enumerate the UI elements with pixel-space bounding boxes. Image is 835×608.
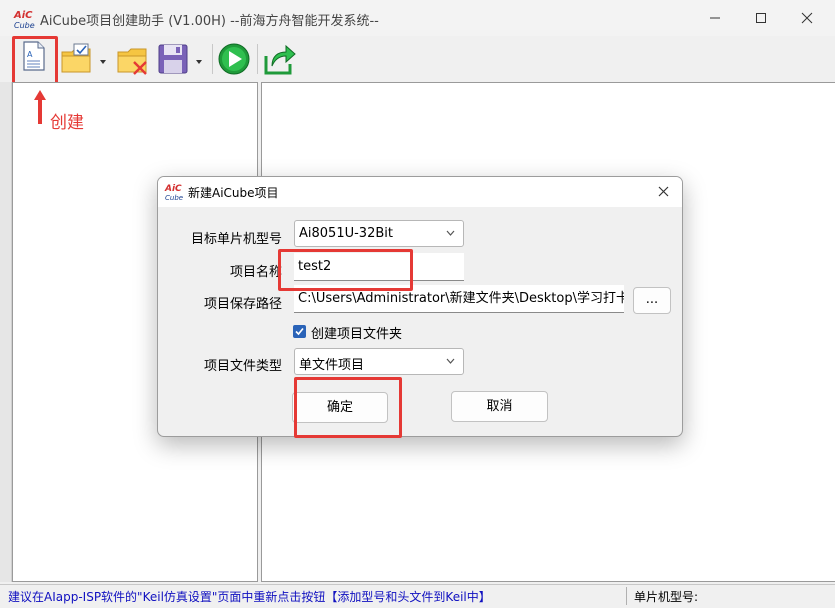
project-type-value: 单文件项目 <box>299 358 365 373</box>
export-share-icon <box>264 44 296 75</box>
save-icon <box>158 44 202 74</box>
aicube-logo-icon: AiC Cube <box>12 8 38 30</box>
open-project-button[interactable] <box>60 40 110 78</box>
status-bar: 建议在AIapp-ISP软件的"Keil仿真设置"页面中重新点击按钮【添加型号和… <box>0 584 835 608</box>
mcu-model-select[interactable]: Ai8051U-32Bit <box>294 220 464 247</box>
svg-text:AiC: AiC <box>13 10 33 21</box>
dialog-title: 新建AiCube项目 <box>188 186 279 200</box>
close-icon <box>658 186 669 197</box>
annotation-label: 创建 <box>50 113 84 133</box>
minimize-icon <box>710 17 720 19</box>
new-project-dialog: AiC Cube 新建AiCube项目 目标单片机型号 Ai8051U-32Bi… <box>157 176 683 437</box>
project-name-label: 项目名称 <box>229 265 282 280</box>
create-folder-label: 创建项目文件夹 <box>311 327 403 342</box>
toolbar-separator <box>212 44 213 74</box>
title-bar: AiC Cube AiCube项目创建助手 (V1.00H) --前海方舟智能开… <box>0 0 835 36</box>
maximize-button[interactable] <box>738 0 784 36</box>
export-button[interactable] <box>262 40 298 78</box>
toolbar-separator <box>257 44 258 74</box>
create-folder-checkbox[interactable] <box>293 325 306 338</box>
folder-open-icon <box>61 43 106 73</box>
left-edge-strip <box>0 82 12 582</box>
highlight-project-name <box>278 249 413 291</box>
checkmark-icon <box>295 327 304 336</box>
close-project-button[interactable] <box>116 40 150 78</box>
maximize-icon <box>756 13 766 23</box>
aicube-logo-icon: AiC Cube <box>164 182 186 202</box>
mcu-model-value: Ai8051U-32Bit <box>299 226 393 241</box>
close-icon <box>801 12 813 24</box>
browse-path-button[interactable]: ... <box>633 287 671 314</box>
status-divider <box>626 587 627 605</box>
folder-close-icon <box>117 48 147 75</box>
run-button[interactable] <box>216 40 252 78</box>
highlight-ok-button <box>294 377 402 438</box>
play-icon <box>218 43 250 75</box>
chevron-down-icon <box>446 230 455 236</box>
chevron-down-icon <box>446 358 455 364</box>
dialog-title-bar: AiC Cube 新建AiCube项目 <box>158 177 682 207</box>
save-project-button[interactable] <box>156 40 208 78</box>
project-type-select[interactable]: 单文件项目 <box>294 348 464 375</box>
svg-text:Cube: Cube <box>165 194 183 202</box>
svg-text:Cube: Cube <box>14 21 35 30</box>
dialog-close-button[interactable] <box>652 181 676 203</box>
status-hint: 建议在AIapp-ISP软件的"Keil仿真设置"页面中重新点击按钮【添加型号和… <box>8 590 491 604</box>
project-type-label: 项目文件类型 <box>203 359 282 374</box>
minimize-button[interactable] <box>692 0 738 36</box>
close-window-button[interactable] <box>784 0 830 36</box>
status-mcu-label: 单片机型号: <box>634 590 699 604</box>
annotation-arrow-icon <box>34 90 46 124</box>
mcu-model-label: 目标单片机型号 <box>190 232 282 247</box>
svg-text:AiC: AiC <box>164 184 182 194</box>
project-path-label: 项目保存路径 <box>203 297 282 312</box>
window-title: AiCube项目创建助手 (V1.00H) --前海方舟智能开发系统-- <box>40 14 379 29</box>
cancel-button[interactable]: 取消 <box>451 391 548 422</box>
toolbar: A <box>0 36 835 82</box>
